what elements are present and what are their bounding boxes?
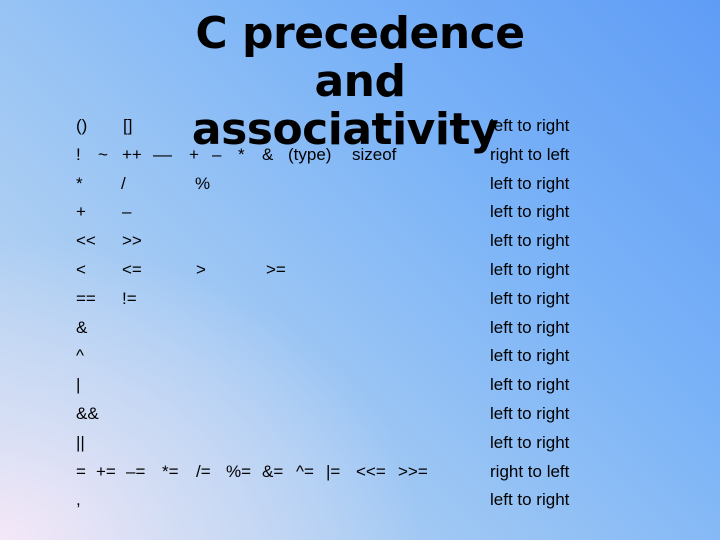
associativity-label: left to right (490, 231, 570, 251)
associativity-label: left to right (490, 173, 570, 193)
operator: <= (122, 260, 142, 279)
operator: ++ (122, 144, 142, 164)
operator: ~ (98, 144, 108, 164)
operator: &= (262, 461, 284, 481)
precedence-row: || left to right (76, 428, 696, 457)
associativity-label: right to left (490, 144, 570, 164)
operator: *= (162, 461, 179, 481)
operator: * (238, 144, 245, 164)
operator: –– (153, 144, 172, 164)
operator: >> (122, 231, 142, 251)
operator: + (76, 202, 86, 222)
operator: /= (196, 461, 211, 481)
precedence-row: () [] left to right (76, 111, 696, 140)
precedence-row: | left to right (76, 370, 696, 399)
operator: & (262, 144, 274, 164)
operator: % (195, 173, 211, 193)
associativity-label: left to right (490, 375, 570, 395)
operator: > (196, 260, 206, 279)
operator: |= (326, 461, 341, 481)
precedence-row: ^ left to right (76, 341, 696, 370)
operator: –= (126, 461, 146, 481)
operator: < (76, 260, 86, 279)
associativity-label: left to right (490, 432, 570, 452)
operator: <<= (356, 461, 386, 481)
precedence-row: + – left to right (76, 197, 696, 226)
precedence-row: << >> left to right (76, 226, 696, 255)
operator: %= (226, 461, 252, 481)
associativity-label: left to right (490, 346, 570, 366)
operator: += (96, 461, 116, 481)
operator: ! (76, 144, 81, 164)
operator: >>= (398, 461, 428, 481)
operator: = (76, 461, 86, 481)
operator: != (122, 288, 137, 308)
precedence-row: ! ~ ++ –– + – * & (type) sizeof right to left (76, 140, 696, 169)
precedence-row: && left to right (76, 399, 696, 428)
operator: * (76, 173, 83, 193)
operator: – (122, 202, 132, 222)
operator: (type) (288, 144, 332, 164)
associativity-label: left to right (490, 260, 570, 279)
operator: – (212, 144, 222, 164)
operator: == (76, 288, 96, 308)
associativity-label: left to right (490, 404, 570, 423)
associativity-label: left to right (490, 116, 570, 135)
operator: + (189, 144, 199, 164)
operator: | (76, 375, 81, 395)
associativity-label: left to right (490, 490, 570, 510)
operator: >= (266, 260, 286, 279)
operator: ^= (296, 461, 314, 481)
title-line-1: C precedence and (195, 8, 525, 107)
operator: () (76, 116, 88, 135)
operator: / (121, 173, 126, 193)
associativity-label: left to right (490, 317, 570, 337)
operator: && (76, 404, 99, 423)
precedence-row: < <= > >= left to right (76, 255, 696, 284)
operator: ^ (76, 346, 84, 366)
precedence-row: * /% left to right (76, 169, 696, 198)
associativity-label: left to right (490, 202, 570, 222)
precedence-row: = += –= *= /= %= &= ^= |= <<= >>= right to left (76, 457, 696, 486)
operator: sizeof (352, 144, 397, 164)
operator: , (76, 490, 81, 510)
associativity-label: right to left (490, 461, 570, 481)
operator: << (76, 231, 96, 251)
operator: & (76, 317, 88, 337)
associativity-label: left to right (490, 288, 570, 308)
operator: || (76, 432, 85, 452)
precedence-row: , left to right (76, 485, 696, 514)
operator: [] (123, 116, 133, 135)
precedence-row: == != left to right (76, 284, 696, 313)
precedence-row: & left to right (76, 313, 696, 342)
